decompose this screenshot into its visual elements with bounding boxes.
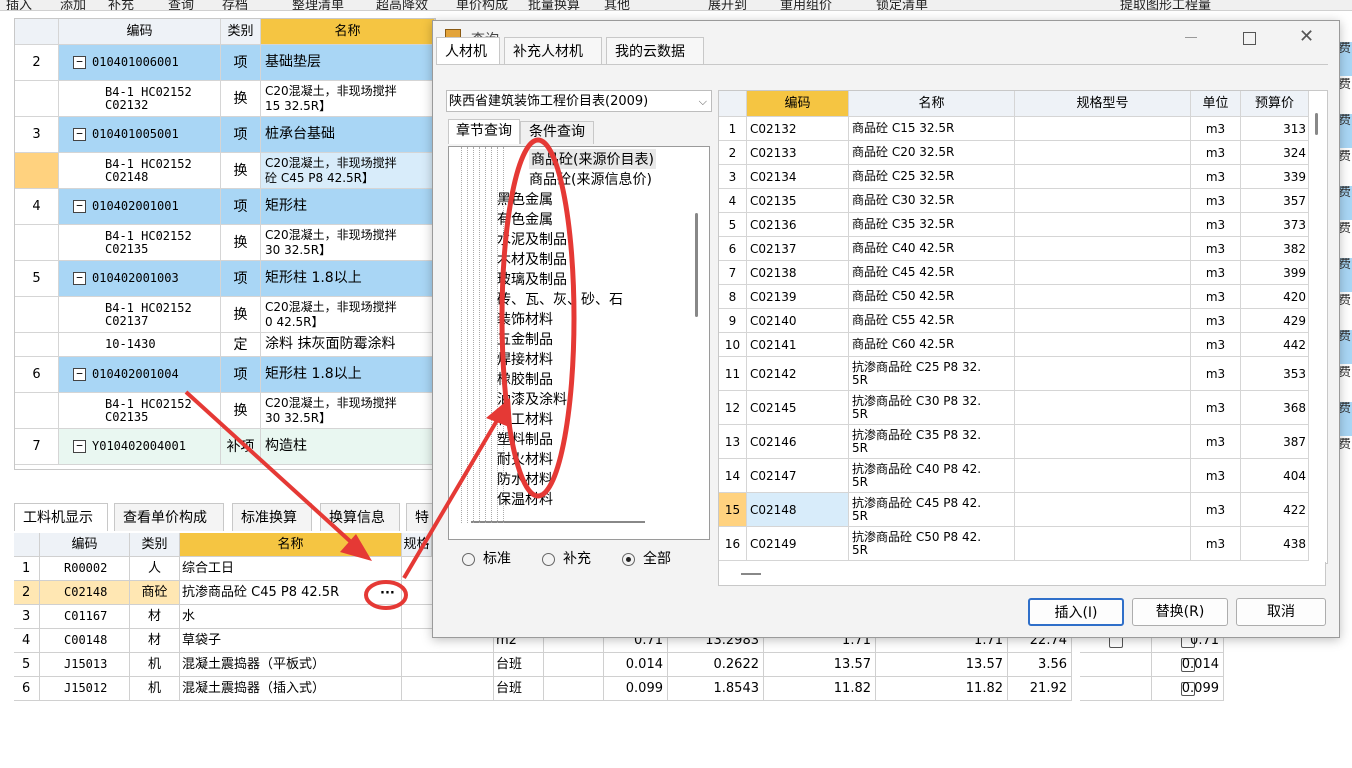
annotation-arrow-line-1	[184, 390, 364, 554]
annotation-ellipse-tree	[499, 137, 577, 499]
annotation-overlay	[184, 137, 577, 610]
annotation-ellipse-ellipsis	[364, 580, 408, 610]
annotation-arrow-line-2	[402, 410, 504, 580]
annotation-arrowhead-2	[486, 398, 512, 428]
